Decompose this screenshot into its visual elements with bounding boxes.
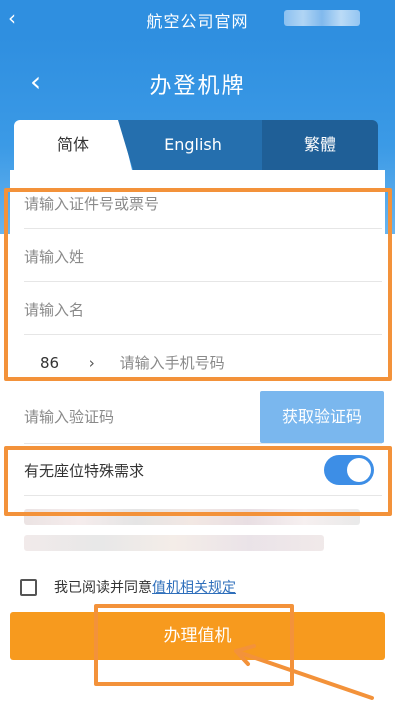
arrow-annotation xyxy=(234,644,374,700)
